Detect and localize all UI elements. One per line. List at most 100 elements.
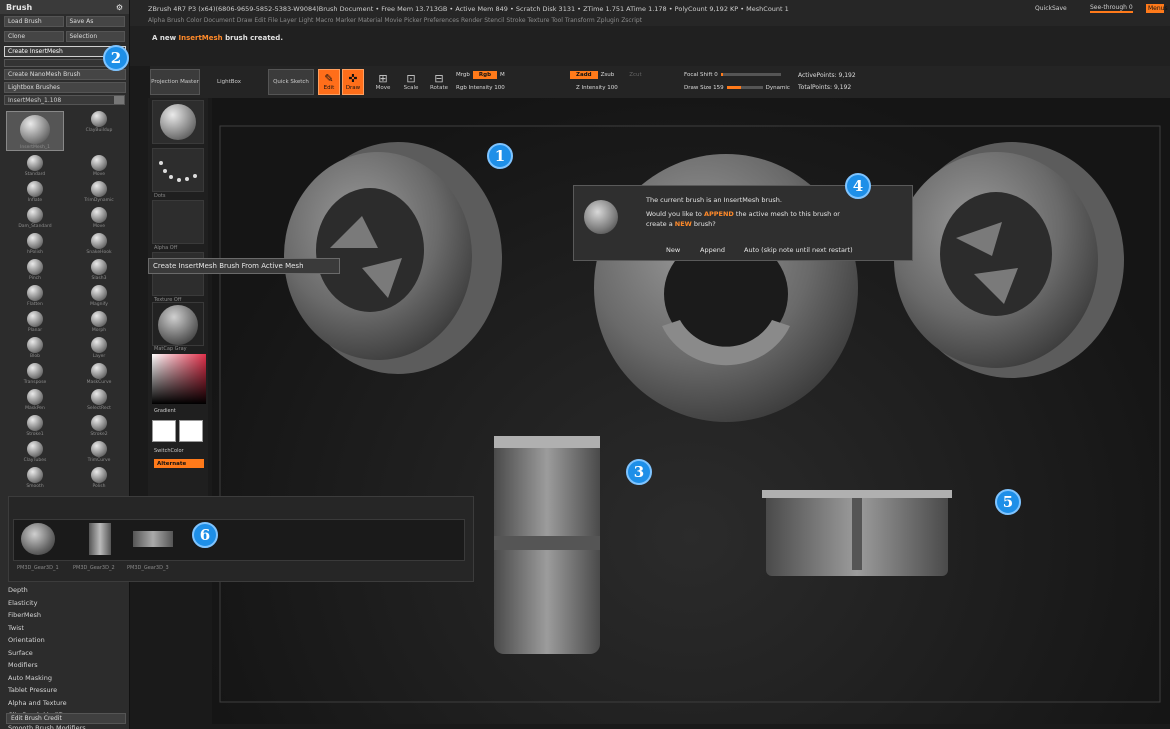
create-nanomesh-button[interactable]: Create NanoMesh Brush [4,69,126,80]
clone-button[interactable]: Clone [4,31,64,42]
draw-size-track[interactable] [726,86,763,89]
selection-button[interactable]: Selection [65,31,125,42]
brush-menu-item[interactable]: FiberMesh [0,609,130,622]
callout-2: 2 [103,45,129,71]
quick-sketch-button[interactable]: Quick Sketch [268,69,314,95]
brush-name: Stroke2 [90,432,108,437]
brush-tile[interactable]: MaskCurve [70,363,128,385]
material-tile[interactable] [152,302,204,346]
main-color-swatch[interactable] [152,420,176,442]
brush-tile[interactable]: MaskPen [6,389,64,411]
zadd-toggle[interactable]: Zadd [570,70,598,79]
brush-tile[interactable]: Inflate [6,181,64,203]
m-toggle[interactable]: M [500,72,505,78]
mesh-thumb-3[interactable] [133,531,173,547]
gear-mesh-side-vertical[interactable] [494,436,600,654]
zsub-toggle[interactable]: Zsub [601,72,615,78]
brush-tile[interactable]: Slash3 [70,259,128,281]
alternate-button[interactable]: Alternate [154,459,204,468]
gear-mesh-side-horizontal[interactable] [762,490,952,576]
brush-menu-item[interactable]: Elasticity [0,597,130,610]
brush-tile[interactable]: Dam_Standard [6,207,64,229]
menus-button[interactable]: Menus [1146,4,1168,13]
brush-tile[interactable]: Blob [6,337,64,359]
brush-name: Polish [92,484,106,489]
append-button[interactable]: Append [700,246,725,254]
focal-shift-slider[interactable]: Focal Shift 0 [684,70,781,79]
brush-menu-item[interactable]: Depth [0,584,130,597]
brush-menu-item[interactable]: Twist [0,622,130,635]
rgb-toggle[interactable]: Rgb [472,70,498,79]
switch-color-button[interactable]: SwitchColor [154,448,184,454]
z-intensity-slider[interactable]: Z Intensity 100 [576,83,618,92]
edit-button[interactable]: ✎ Edit [318,69,340,95]
brush-tile[interactable]: Transpose [6,363,64,385]
mesh-thumb-1[interactable] [21,523,55,555]
zcut-toggle[interactable]: Zcut [629,72,641,78]
save-as-button[interactable]: Save As [65,16,125,27]
brush-tile[interactable]: Polish [70,467,128,489]
brush-tile[interactable]: Stroke1 [6,415,64,437]
brush-menu-item[interactable]: Tablet Pressure [0,684,130,697]
brush-tile[interactable]: Move [70,207,128,229]
brush-menu-item[interactable]: Modifiers [0,659,130,672]
brush-tile[interactable]: Planar [6,311,64,333]
brush-tile[interactable]: InsertMesh_1 [6,111,64,151]
lightbox-brushes-button[interactable]: Lightbox Brushes [4,82,126,93]
dynamic-toggle[interactable]: Dynamic [766,85,790,91]
brush-tile[interactable]: Stroke2 [70,415,128,437]
brush-tile[interactable]: Morph [70,311,128,333]
lightbox-button[interactable]: LightBox [204,69,254,95]
brush-palette-header[interactable]: Brush ⚙ [0,0,129,14]
brush-menu-item[interactable]: Auto Masking [0,672,130,685]
new-button[interactable]: New [666,246,680,254]
draw-size-slider[interactable]: Draw Size 159 Dynamic [684,83,790,92]
move-button[interactable]: ⊞ Move [372,69,394,95]
brush-tile[interactable]: Magnify [70,285,128,307]
mesh-thumb-2[interactable] [89,523,111,555]
current-brush-tile[interactable] [152,100,204,144]
brush-tile[interactable]: Pinch [6,259,64,281]
draw-button[interactable]: ✜ Draw [342,69,364,95]
brush-tile[interactable]: ClayBuildup [70,111,128,133]
load-brush-button[interactable]: Load Brush [4,16,64,27]
main-menu[interactable]: Alpha Brush Color Document Draw Edit Fil… [148,17,642,24]
scale-label: Scale [403,85,419,91]
alpha-tile[interactable] [152,200,204,244]
brush-tile[interactable]: Standard [6,155,64,177]
brush-grid: InsertMesh_1 ClayBuildup Standard Move Infla… [0,107,129,493]
rgb-intensity-slider[interactable]: Rgb Intensity 100 [456,83,505,92]
z-mode[interactable]: Zadd Zsub Zcut [570,70,642,79]
mrgb-label[interactable]: Mrgb [456,72,470,78]
brush-menu-item[interactable]: Surface [0,647,130,660]
stroke-tile[interactable] [152,148,204,192]
brush-tile[interactable]: SelectRect [70,389,128,411]
secondary-color-swatch[interactable] [179,420,203,442]
rgb-mode[interactable]: Mrgb Rgb M [456,70,505,79]
scale-button[interactable]: ⊡ Scale [400,69,422,95]
brush-menu-item[interactable]: Alpha and Texture [0,697,130,710]
brush-tile[interactable]: Smooth [6,467,64,489]
quicksave-button[interactable]: QuickSave [1035,4,1067,13]
see-through-slider[interactable]: See-through 0 [1090,4,1133,13]
brush-tile[interactable]: TrimDynamic [70,181,128,203]
focal-shift-track[interactable] [720,73,781,76]
edit-brush-credit-button[interactable]: Edit Brush Credit [6,713,126,724]
brush-menu-item[interactable]: Orientation [0,634,130,647]
brush-tile[interactable]: ClayTubes [6,441,64,463]
brush-tile[interactable]: hPolish [6,233,64,255]
brush-name: ClayBuildup [85,128,113,133]
current-brush-slot[interactable]: InsertMesh_1.108 [4,95,125,105]
gear-mesh-right[interactable] [894,142,1124,378]
brush-tile[interactable]: SnakeHook [70,233,128,255]
auto-button[interactable]: Auto (skip note until next restart) [744,246,853,254]
brush-tile[interactable]: TrimCurve [70,441,128,463]
brush-tile[interactable]: Layer [70,337,128,359]
palette-settings-icon[interactable]: ⚙ [116,3,123,12]
rotate-button[interactable]: ⊟ Rotate [428,69,450,95]
color-picker[interactable] [152,354,206,404]
projection-master-button[interactable]: Projection Master [150,69,200,95]
brush-tile[interactable]: Move [70,155,128,177]
brush-tile[interactable]: Flatten [6,285,64,307]
focal-shift-label: Focal Shift 0 [684,71,718,78]
